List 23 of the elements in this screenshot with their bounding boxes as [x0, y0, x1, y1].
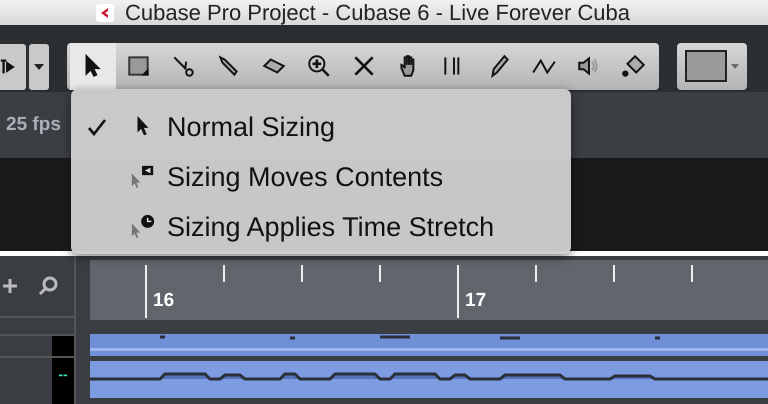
menu-item[interactable]: Sizing Applies Time Stretch [71, 202, 571, 252]
bar-number: 17 [465, 290, 486, 312]
caret-icon [731, 64, 739, 69]
pointer-clock-icon [130, 214, 156, 240]
menu-item[interactable]: Normal Sizing [71, 102, 571, 152]
level-readout: -- [52, 358, 74, 404]
add-icon[interactable] [2, 278, 18, 294]
window-title: Cubase Pro Project - Cubase 6 - Live Forever Cuba [125, 0, 630, 26]
pointer-flag-icon [130, 164, 156, 190]
color-swatch [685, 50, 727, 82]
menu-item[interactable]: Sizing Moves Contents [71, 152, 571, 202]
dropdown-button[interactable] [29, 44, 49, 90]
search-icon[interactable] [38, 276, 58, 296]
frame-rate-label: 25 fps [6, 114, 61, 136]
tool-button[interactable] [70, 42, 116, 90]
color-button[interactable] [677, 42, 747, 90]
paint-bucket-icon [620, 53, 646, 80]
bar-number: 16 [153, 290, 174, 312]
app-logo-icon [95, 2, 115, 22]
track-meter [52, 336, 74, 356]
caret-icon [34, 64, 44, 70]
zoom-icon [306, 53, 332, 80]
snap-mode-button[interactable] [0, 44, 26, 90]
